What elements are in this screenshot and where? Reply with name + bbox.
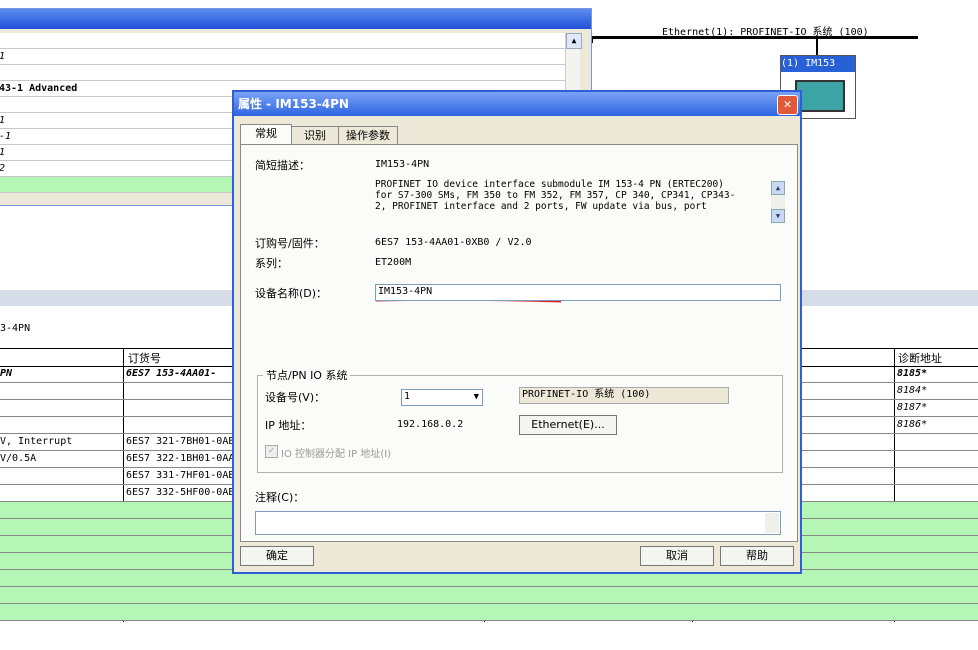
dialog-title[interactable]: 属性 - IM153-4PN xyxy=(234,92,800,116)
order-fw-label: 订购号/固件： xyxy=(255,237,325,250)
ip-value: 192.168.0.2 xyxy=(397,419,464,430)
order-fw-value: 6ES7 153-4AA01-0XB0 / V2.0 xyxy=(375,237,532,248)
family-value: ET200M xyxy=(375,257,412,268)
station-rack-icon xyxy=(795,80,845,112)
scroll-down-icon[interactable]: ▼ xyxy=(771,209,785,223)
table-row-empty[interactable] xyxy=(0,604,978,621)
device-name-label: 设备名称(D)： xyxy=(255,287,328,300)
description-scrollbar[interactable]: ▲ ▼ xyxy=(771,181,785,223)
help-button[interactable]: 帮助 xyxy=(720,546,794,566)
cancel-button[interactable]: 取消 xyxy=(640,546,714,566)
chevron-down-icon: ▼ xyxy=(473,392,479,402)
table-row-empty[interactable] xyxy=(0,587,978,604)
checkbox-checked-icon[interactable]: ✓ xyxy=(265,445,278,458)
description-box[interactable]: PROFINET IO device interface submodule I… xyxy=(375,179,787,225)
description-text: PROFINET IO device interface submodule I… xyxy=(375,179,736,212)
scroll-up-icon[interactable]: ▲ xyxy=(566,33,582,49)
scroll-up-icon[interactable]: ▲ xyxy=(771,181,785,195)
device-no-label: 设备号(V)： xyxy=(265,391,326,404)
rack-row[interactable]: 1 xyxy=(0,49,565,65)
pn-io-group-title: 节点/PN IO 系统 xyxy=(263,367,351,383)
comment-textarea[interactable] xyxy=(255,511,781,535)
column-header-order-no[interactable]: 订货号 xyxy=(128,350,161,366)
io-system-field: PROFINET-IO 系统 (100) xyxy=(519,387,729,404)
column-header-diag-addr[interactable]: 诊断地址 xyxy=(898,350,942,366)
device-name-input[interactable]: IM153-4PN xyxy=(375,284,781,301)
ip-label: IP 地址： xyxy=(265,419,312,432)
tab-identification[interactable]: 识别 xyxy=(291,126,339,145)
device-no-value: 1 xyxy=(404,391,411,402)
device-label: (1) IM153 xyxy=(781,58,836,69)
device-connection-line xyxy=(816,37,818,55)
tab-operating-params[interactable]: 操作参数 xyxy=(338,126,398,145)
ethernet-button[interactable]: Ethernet(E)... xyxy=(519,415,617,435)
short-desc-value: IM153-4PN xyxy=(375,159,430,170)
general-tab-panel: 简短描述： IM153-4PN PROFINET IO device inter… xyxy=(240,144,798,542)
tab-general[interactable]: 常规 xyxy=(240,124,292,146)
short-desc-label: 简短描述： xyxy=(255,159,310,172)
ethernet-bus-line[interactable] xyxy=(592,36,918,39)
io-controller-assign-ip-label[interactable]: IO 控制器分配 IP 地址(I) xyxy=(281,445,391,460)
detail-table-title: 3-4PN xyxy=(0,323,31,334)
comment-label: 注释(C)： xyxy=(255,491,305,504)
family-label: 系列： xyxy=(255,257,288,270)
rack-row[interactable] xyxy=(0,65,565,81)
rack-window-titlebar xyxy=(0,9,591,29)
comment-scrollbar[interactable] xyxy=(765,513,779,533)
bus-end-tick xyxy=(592,36,593,43)
ok-button[interactable]: 确定 xyxy=(240,546,314,566)
device-no-select[interactable]: 1 ▼ xyxy=(401,389,483,406)
rack-row[interactable] xyxy=(0,33,565,49)
properties-dialog: 属性 - IM153-4PN ✕ 常规 识别 操作参数 简短描述： IM153-… xyxy=(232,90,802,574)
close-icon[interactable]: ✕ xyxy=(777,95,798,115)
